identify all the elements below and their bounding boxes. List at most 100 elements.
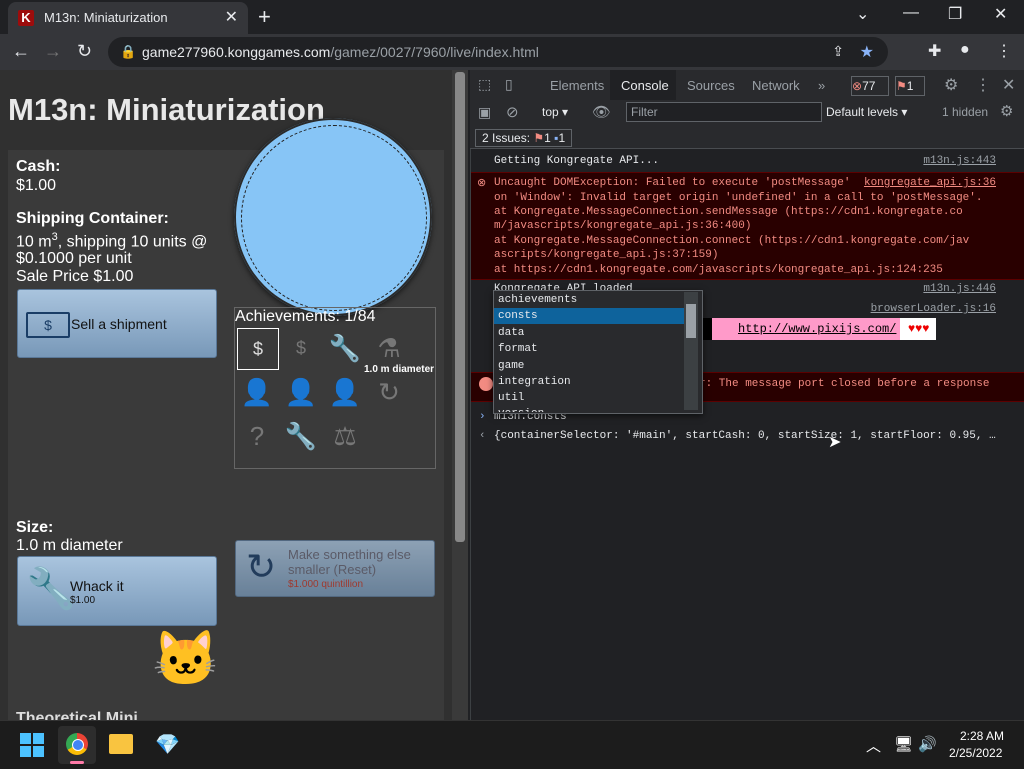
mouse-cursor-icon: ➤ bbox=[828, 434, 842, 451]
log-source-link[interactable]: kongregate_api.js:36 bbox=[864, 177, 996, 189]
clear-console-icon[interactable]: ⊘ bbox=[506, 103, 519, 121]
lock-icon[interactable]: 🔒 bbox=[120, 44, 136, 60]
back-button[interactable]: ← bbox=[12, 41, 30, 62]
product-circle-outline bbox=[241, 125, 427, 311]
tab-console[interactable]: Console bbox=[621, 78, 669, 93]
log-error-stack: at Kongregate.MessageConnection.connect … bbox=[494, 235, 970, 247]
tab-sources[interactable]: Sources bbox=[687, 78, 735, 93]
log-source-link[interactable]: m13n.js:443 bbox=[923, 155, 996, 167]
autocomplete-item[interactable]: version bbox=[494, 406, 688, 412]
log-source-link[interactable]: m13n.js:446 bbox=[923, 283, 996, 295]
log-error-row: ⊗ Uncaught DOMException: Failed to execu… bbox=[471, 172, 1024, 280]
tab-network[interactable]: Network bbox=[752, 78, 800, 93]
file-explorer-icon[interactable] bbox=[109, 734, 133, 754]
achievement-money-locked-icon[interactable]: $ bbox=[281, 328, 321, 368]
device-toolbar-icon[interactable]: ▯ bbox=[505, 76, 513, 93]
taskbar-chrome-active[interactable] bbox=[58, 726, 96, 764]
tab-close-icon[interactable]: ✕ bbox=[225, 7, 238, 27]
autocomplete-item[interactable]: data bbox=[494, 325, 688, 341]
achievement-worker3-icon[interactable]: 👤 bbox=[325, 372, 365, 412]
autocomplete-item[interactable]: achievements bbox=[494, 292, 688, 308]
more-tabs-icon[interactable]: » bbox=[818, 78, 825, 93]
gem-app-icon[interactable]: 💎 bbox=[155, 732, 180, 757]
windows-start-icon[interactable] bbox=[20, 733, 44, 757]
reload-button[interactable]: ↻ bbox=[77, 41, 92, 62]
autocomplete-item[interactable]: util bbox=[494, 390, 688, 406]
tab-elements[interactable]: Elements bbox=[550, 78, 604, 93]
shipping-label: Shipping Container: bbox=[16, 210, 169, 227]
clock-date[interactable]: 2/25/2022 bbox=[949, 746, 1002, 760]
share-icon[interactable]: ⇪ bbox=[832, 43, 844, 60]
achievement-worker-icon[interactable]: 👤 bbox=[237, 372, 277, 412]
profile-avatar-icon[interactable]: ● bbox=[960, 41, 970, 59]
log-source-link[interactable]: browserLoader.js:16 bbox=[871, 303, 996, 315]
log-levels-dropdown[interactable]: Default levels ▾ bbox=[826, 105, 907, 119]
error-circle-icon: ⊗ bbox=[477, 178, 487, 190]
volume-icon[interactable]: 🔊 bbox=[918, 735, 937, 753]
autocomplete-item-selected[interactable]: consts bbox=[494, 308, 688, 324]
console-settings-icon[interactable]: ⚙ bbox=[1000, 102, 1013, 120]
whack-it-price: $1.00 bbox=[70, 595, 96, 606]
console-filter-input[interactable]: Filter bbox=[626, 102, 822, 122]
reset-button[interactable]: ↻ Make something else smaller (Reset) $1… bbox=[235, 540, 435, 597]
inspect-element-icon[interactable]: ⬚ bbox=[478, 76, 491, 93]
devtools-menu-icon[interactable]: ⋮ bbox=[975, 75, 991, 95]
log-error-text: Uncaught DOMException: Failed to execute… bbox=[494, 177, 851, 189]
whack-it-label: Whack it bbox=[70, 578, 124, 594]
clock-time[interactable]: 2:28 AM bbox=[960, 729, 1004, 743]
achievement-money-icon[interactable]: $ bbox=[237, 328, 279, 370]
active-indicator bbox=[70, 761, 84, 764]
forward-button[interactable]: → bbox=[44, 41, 62, 62]
context-selector[interactable]: top ▾ bbox=[542, 105, 568, 119]
log-error-stack: ascripts/kongregate_api.js:37:159) bbox=[494, 249, 719, 261]
achievement-wrench-drop-icon[interactable]: 🔧 bbox=[281, 416, 321, 456]
extensions-icon[interactable]: ✚ bbox=[928, 41, 941, 61]
issues-button[interactable]: 2 Issues: ⚑1 ▪1 bbox=[475, 129, 573, 147]
sell-shipment-button[interactable]: $ Sell a shipment bbox=[17, 289, 217, 358]
pixi-link[interactable]: http://www.pixijs.com/ bbox=[738, 322, 896, 336]
bookmark-star-icon[interactable]: ★ bbox=[860, 42, 874, 62]
achievements-box: Achievements: 1/84 $ $ 🔧 ⚗ 👤 👤 👤 ↻ ? 🔧 ⚖ bbox=[234, 307, 436, 469]
menu-kebab-icon[interactable]: ⋮ bbox=[996, 41, 1012, 61]
autocomplete-item[interactable]: format bbox=[494, 341, 688, 357]
browser-tab[interactable]: K M13n: Miniaturization ✕ bbox=[8, 2, 248, 34]
log-error-text: on 'Window': Invalid target origin 'unde… bbox=[494, 192, 983, 204]
pixi-hearts: ♥♥♥ bbox=[908, 321, 930, 335]
devtools-settings-icon[interactable]: ⚙ bbox=[944, 75, 958, 95]
address-bar[interactable]: 🔒 game277960.konggames.com/gamez/0027/79… bbox=[108, 37, 888, 67]
close-window-button[interactable]: ✕ bbox=[994, 4, 1007, 24]
achievement-flask-icon[interactable]: ⚗ bbox=[369, 328, 409, 368]
autocomplete-scrollbar-thumb[interactable] bbox=[686, 304, 696, 338]
autocomplete-scrollbar[interactable] bbox=[684, 292, 698, 410]
tab-search-chevron-icon[interactable]: ⌄ bbox=[856, 4, 869, 24]
game-scrollbar-thumb[interactable] bbox=[455, 72, 465, 542]
browser-toolbar: ← → ↻ 🔒 game277960.konggames.com/gamez/0… bbox=[0, 34, 1024, 70]
achievement-wrench-icon[interactable]: 🔧 bbox=[325, 328, 365, 368]
shipping-line3: Sale Price $1.00 bbox=[16, 268, 134, 285]
achievement-question-icon[interactable]: ? bbox=[237, 416, 277, 456]
log-error-stack: at https://cdn1.kongregate.com/javascrip… bbox=[494, 264, 943, 276]
tray-chevron-icon[interactable]: ︿ bbox=[866, 735, 881, 756]
error-counter[interactable]: ⊗77 bbox=[851, 76, 889, 96]
devtools-close-icon[interactable]: ✕ bbox=[1002, 75, 1015, 95]
wrench-icon: 🔧 bbox=[26, 567, 76, 611]
achievement-reset-icon[interactable]: ↻ bbox=[369, 372, 409, 412]
live-expression-eye-icon[interactable]: 👁 bbox=[592, 103, 611, 121]
restore-button[interactable]: ❐ bbox=[948, 4, 962, 24]
hidden-count: 1 hidden bbox=[942, 105, 989, 119]
achievement-worker2-icon[interactable]: 👤 bbox=[281, 372, 321, 412]
whack-it-button[interactable]: 🔧 Whack it $1.00 bbox=[17, 556, 217, 626]
issue-counter[interactable]: ⚑1 bbox=[895, 76, 925, 96]
minimize-button[interactable]: — bbox=[903, 4, 919, 22]
console-result-row: ‹ {containerSelector: '#main', startCash… bbox=[471, 430, 1024, 446]
sidebar-toggle-icon[interactable]: ▣ bbox=[478, 104, 491, 121]
autocomplete-item[interactable]: integration bbox=[494, 374, 688, 390]
console-result-text[interactable]: {containerSelector: '#main', startCash: … bbox=[494, 430, 996, 442]
sell-shipment-label: Sell a shipment bbox=[71, 316, 167, 332]
autocomplete-item[interactable]: game bbox=[494, 358, 688, 374]
new-tab-button[interactable]: + bbox=[258, 4, 271, 30]
shipping-line2: $0.1000 per unit bbox=[16, 250, 132, 267]
achievement-scale-icon[interactable]: ⚖ bbox=[325, 416, 365, 456]
network-icon[interactable]: 🖥 bbox=[894, 735, 913, 753]
error-icon: ⊗ bbox=[852, 79, 863, 93]
